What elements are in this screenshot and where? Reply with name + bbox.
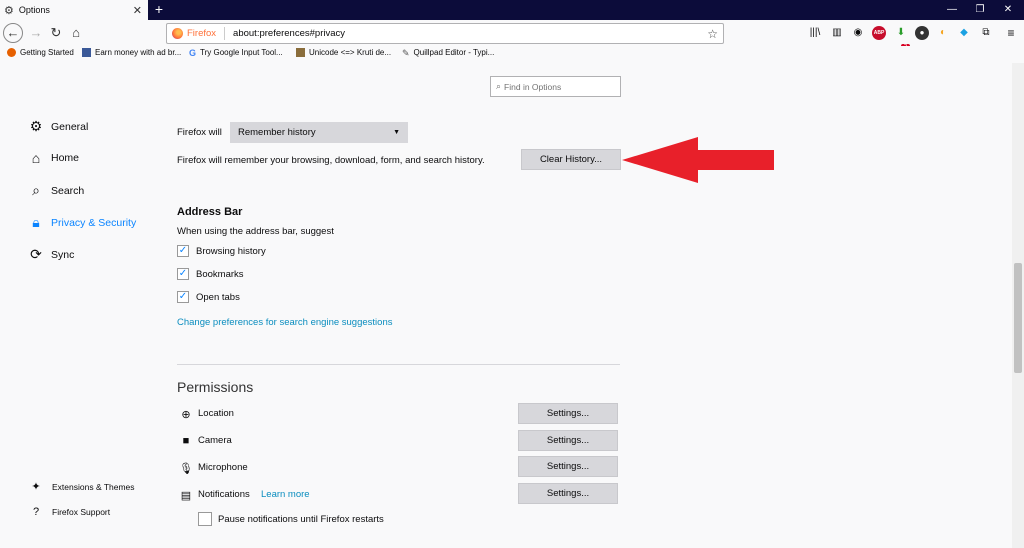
bookmark-favicon-icon bbox=[296, 48, 305, 57]
new-tab-button[interactable]: + bbox=[150, 0, 168, 20]
location-icon: ⊕ bbox=[181, 409, 191, 421]
microphone-settings-button[interactable]: Settings... bbox=[518, 456, 618, 477]
reload-button[interactable]: ↻ bbox=[46, 23, 66, 43]
red-arrow-annotation bbox=[622, 137, 774, 183]
address-bar-heading: Address Bar bbox=[177, 206, 243, 218]
firefox-logo-icon bbox=[172, 28, 183, 39]
scrollbar[interactable] bbox=[1012, 63, 1024, 548]
navigation-bar: ← → ↻ ⌂ Firefox about:preferences#privac… bbox=[0, 20, 1024, 52]
sidebar-item-home[interactable]: ⌂ Home bbox=[28, 150, 79, 166]
learn-more-link[interactable]: Learn more bbox=[261, 489, 310, 500]
sidebar-icon[interactable]: ▥ bbox=[830, 26, 844, 40]
forward-button[interactable]: → bbox=[26, 23, 46, 43]
pause-notifications-checkbox[interactable] bbox=[198, 512, 212, 526]
gear-icon: ⚙ bbox=[4, 4, 14, 17]
bookmark-item[interactable]: G Try Google Input Tool... bbox=[189, 48, 283, 58]
sidebar-item-general[interactable]: ⚙ General bbox=[28, 118, 89, 135]
menu-icon[interactable]: ≡ bbox=[1004, 26, 1018, 40]
bookmarks-toolbar: Getting Started Earn money with ad br...… bbox=[0, 46, 1024, 63]
history-description: Firefox will remember your browsing, dow… bbox=[177, 155, 485, 166]
browsing-history-checkbox[interactable]: ✓ bbox=[177, 245, 189, 257]
bookmark-item[interactable]: Getting Started bbox=[7, 48, 74, 57]
identity-label: Firefox bbox=[187, 28, 217, 39]
sync-icon: ⟳ bbox=[30, 246, 42, 262]
divider bbox=[224, 27, 226, 40]
facebook-icon bbox=[82, 48, 91, 57]
help-icon: ? bbox=[32, 506, 40, 518]
clear-history-button[interactable]: Clear History... bbox=[521, 149, 621, 170]
download-icon[interactable]: ⬇ bbox=[894, 26, 908, 40]
preferences-content: ⌕ Find in Options ⚙ General ⌂ Home ⌕ Search… bbox=[0, 63, 1012, 548]
location-label: Location bbox=[198, 408, 234, 419]
history-mode-value: Remember history bbox=[238, 127, 316, 138]
chevron-down-icon: ▼ bbox=[393, 129, 400, 136]
account-icon[interactable]: ◉ bbox=[851, 26, 865, 40]
sidebar-item-sync[interactable]: ⟳ Sync bbox=[28, 246, 74, 263]
library-icon[interactable]: |||\ bbox=[808, 26, 822, 40]
google-icon: G bbox=[189, 48, 197, 58]
history-mode-label: Firefox will bbox=[177, 127, 222, 138]
sidebar-item-privacy-security[interactable]: 🔒︎ Privacy & Security bbox=[28, 214, 136, 231]
tab-title: Options bbox=[18, 5, 50, 15]
address-bar-subheading: When using the address bar, suggest bbox=[177, 226, 334, 237]
lock-icon: 🔒︎ bbox=[32, 214, 40, 230]
bookmarks-label: Bookmarks bbox=[196, 269, 244, 280]
bookmarks-checkbox[interactable]: ✓ bbox=[177, 268, 189, 280]
sidebar-item-extensions-themes[interactable]: ✦ Extensions & Themes bbox=[28, 480, 134, 493]
extensions-icon[interactable]: ⧉ bbox=[979, 26, 993, 40]
section-divider bbox=[177, 364, 620, 365]
home-icon: ⌂ bbox=[31, 150, 41, 166]
microphone-label: Microphone bbox=[198, 462, 248, 473]
gear-icon: ⚙ bbox=[29, 118, 43, 134]
search-icon: ⌕ bbox=[496, 81, 502, 91]
search-icon: ⌕ bbox=[32, 182, 40, 198]
quill-icon: ✎ bbox=[402, 48, 410, 58]
camera-icon: ■ bbox=[182, 435, 190, 447]
bookmark-item[interactable]: ✎ Quillpad Editor - Typi... bbox=[402, 48, 494, 58]
close-tab-icon[interactable]: ✕ bbox=[133, 4, 142, 17]
title-bar: ⚙ Options ✕ + — ❐ ✕ bbox=[0, 0, 1024, 20]
bookmark-favicon-icon bbox=[7, 48, 16, 57]
minimize-button[interactable]: — bbox=[938, 0, 966, 20]
back-button[interactable]: ← bbox=[3, 23, 23, 43]
home-button[interactable]: ⌂ bbox=[66, 23, 86, 43]
history-mode-select[interactable]: Remember history ▼ bbox=[230, 122, 408, 143]
sidebar-item-firefox-support[interactable]: ? Firefox Support bbox=[28, 506, 110, 518]
search-placeholder: Find in Options bbox=[504, 81, 562, 92]
permissions-heading: Permissions bbox=[177, 379, 254, 395]
camera-label: Camera bbox=[198, 435, 232, 446]
microphone-icon: 🎙︎ bbox=[179, 463, 193, 475]
bookmark-star-icon[interactable]: ☆ bbox=[707, 27, 718, 41]
notifications-icon: ▤ bbox=[180, 490, 192, 502]
bookmark-item[interactable]: Earn money with ad br... bbox=[82, 48, 181, 57]
search-suggestions-link[interactable]: Change preferences for search engine sug… bbox=[177, 317, 392, 328]
puzzle-icon: ✦ bbox=[31, 481, 41, 493]
bookmark-item[interactable]: Unicode <=> Kruti de... bbox=[296, 48, 391, 57]
extension-icon[interactable]: ● bbox=[915, 26, 929, 40]
pocket-icon[interactable]: ◐ bbox=[936, 26, 950, 40]
open-tabs-checkbox[interactable]: ✓ bbox=[177, 291, 189, 303]
url-text[interactable]: about:preferences#privacy bbox=[233, 28, 707, 39]
pause-notifications-label: Pause notifications until Firefox restar… bbox=[218, 514, 384, 525]
location-settings-button[interactable]: Settings... bbox=[518, 403, 618, 424]
tab-options[interactable]: ⚙ Options ✕ bbox=[0, 0, 148, 20]
scrollbar-thumb[interactable] bbox=[1014, 263, 1022, 373]
browsing-history-label: Browsing history bbox=[196, 246, 266, 257]
notifications-label: Notifications bbox=[198, 489, 250, 500]
maximize-button[interactable]: ❐ bbox=[966, 0, 994, 20]
url-bar[interactable]: Firefox about:preferences#privacy ☆ bbox=[166, 23, 724, 44]
open-tabs-label: Open tabs bbox=[196, 292, 240, 303]
camera-settings-button[interactable]: Settings... bbox=[518, 430, 618, 451]
notifications-settings-button[interactable]: Settings... bbox=[518, 483, 618, 504]
sidebar-item-search[interactable]: ⌕ Search bbox=[28, 182, 84, 199]
close-window-button[interactable]: ✕ bbox=[994, 0, 1022, 20]
translate-icon[interactable]: ◆ bbox=[957, 26, 971, 40]
adblock-icon[interactable]: ABP bbox=[872, 26, 886, 40]
search-input[interactable]: ⌕ Find in Options bbox=[490, 76, 621, 97]
